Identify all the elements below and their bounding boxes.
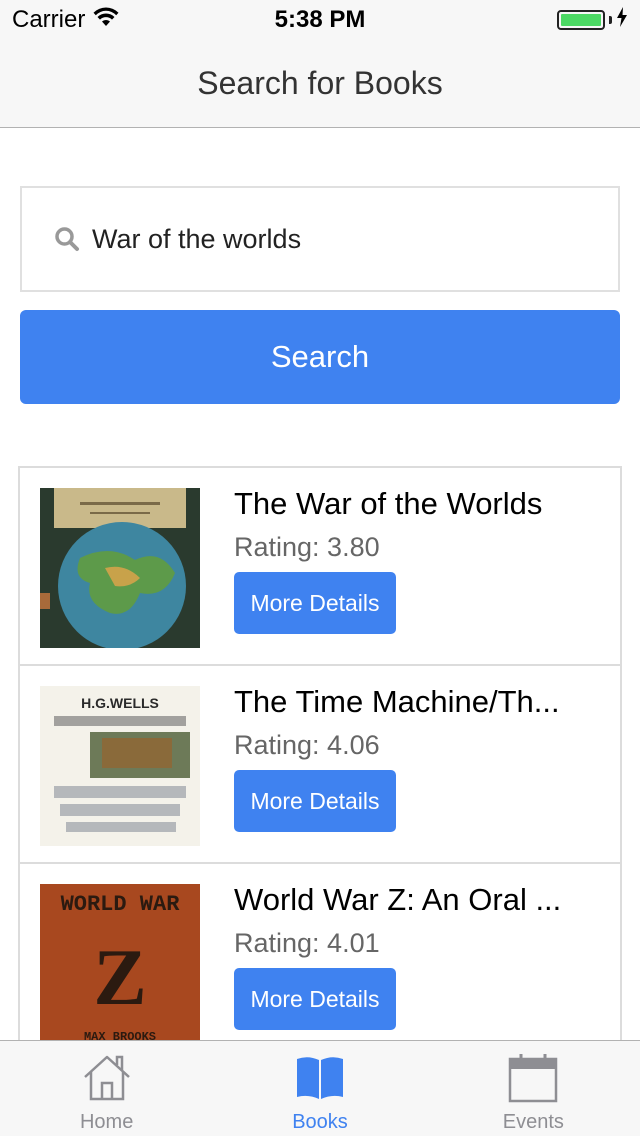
search-input[interactable] xyxy=(92,223,572,255)
tab-bar: Home Books Events xyxy=(0,1040,640,1136)
book-title: The War of the Worlds xyxy=(234,486,543,521)
cover-title-text: WORLD WAR xyxy=(61,892,181,917)
search-icon xyxy=(52,224,82,254)
book-cover: H.G.WELLS xyxy=(40,686,200,846)
battery-level xyxy=(561,14,601,26)
status-bar: Carrier 5:38 PM xyxy=(0,0,640,40)
calendar-icon xyxy=(505,1049,561,1105)
status-left: Carrier xyxy=(12,6,119,34)
book-icon xyxy=(292,1049,348,1105)
more-details-button[interactable]: More Details xyxy=(234,770,396,832)
tab-label: Books xyxy=(292,1111,348,1133)
search-box[interactable] xyxy=(20,186,620,292)
cover-author-text: H.G.WELLS xyxy=(81,695,159,711)
carrier-label: Carrier xyxy=(12,6,86,33)
tab-events[interactable]: Events xyxy=(427,1041,640,1136)
tab-label: Events xyxy=(502,1111,564,1133)
list-item[interactable]: The War of the Worlds Rating: 3.80 More … xyxy=(20,468,620,666)
search-button[interactable]: Search xyxy=(20,310,620,404)
battery-tip xyxy=(609,16,612,24)
home-icon xyxy=(79,1049,135,1105)
tab-books[interactable]: Books xyxy=(213,1041,426,1136)
list-item[interactable]: H.G.WELLS The Time Machine/Th... Rating:… xyxy=(20,666,620,864)
book-cover: WORLD WAR Z MAX BROOKS xyxy=(40,884,200,1040)
results-list: The War of the Worlds Rating: 3.80 More … xyxy=(18,466,622,1040)
wifi-icon xyxy=(93,6,119,34)
list-item[interactable]: WORLD WAR Z MAX BROOKS World War Z: An O… xyxy=(20,864,620,1040)
page-title: Search for Books xyxy=(197,65,443,101)
tab-home[interactable]: Home xyxy=(0,1041,213,1136)
book-cover xyxy=(40,488,200,648)
book-title: The Time Machine/Th... xyxy=(234,684,560,719)
book-title: World War Z: An Oral ... xyxy=(234,882,562,917)
book-rating: Rating: 3.80 xyxy=(234,532,380,562)
cover-letter-text: Z xyxy=(93,934,146,1022)
more-details-button[interactable]: More Details xyxy=(234,968,396,1030)
more-details-button[interactable]: More Details xyxy=(234,572,396,634)
tab-label: Home xyxy=(79,1111,134,1133)
battery-icon xyxy=(557,10,605,30)
book-rating: Rating: 4.01 xyxy=(234,928,380,958)
cover-author-text: MAX BROOKS xyxy=(84,1030,156,1040)
book-rating: Rating: 4.06 xyxy=(234,730,380,760)
status-right xyxy=(557,6,628,34)
charging-icon xyxy=(616,6,628,34)
nav-bar: Search for Books xyxy=(0,40,640,128)
